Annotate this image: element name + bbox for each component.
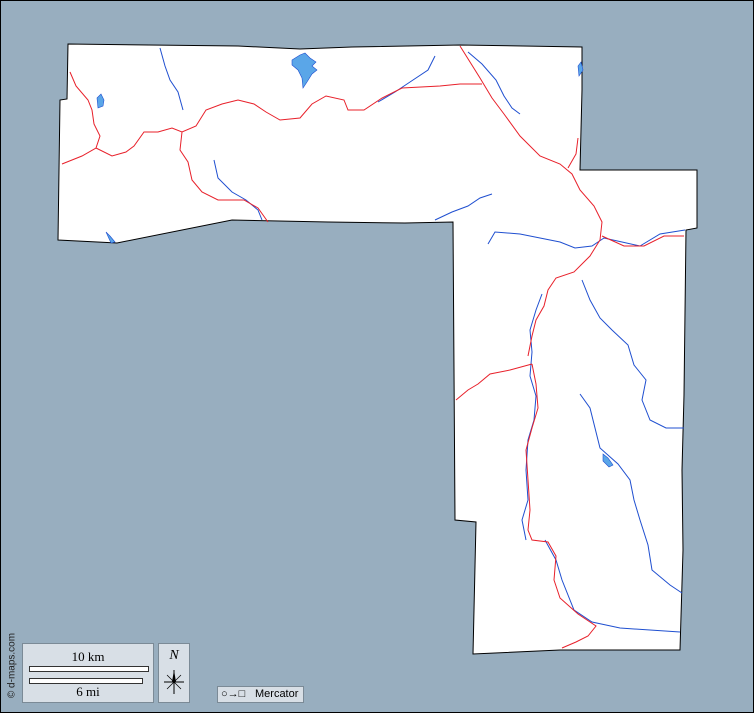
- scale-km-bar: [29, 666, 149, 672]
- county-map: [57, 43, 698, 655]
- projection-box: ○→□ Mercator: [217, 686, 304, 703]
- scale-mi-label: 6 mi: [76, 684, 100, 699]
- scale-bar: 10 km 6 mi: [22, 643, 154, 703]
- north-label: N: [169, 648, 179, 663]
- projection-label: Mercator: [255, 688, 299, 700]
- credit: © d-maps.com: [2, 630, 18, 710]
- county-land: [57, 43, 698, 655]
- credit-text: © d-maps.com: [6, 632, 18, 699]
- compass-rose-icon: [164, 670, 184, 694]
- scale-km-label: 10 km: [71, 649, 105, 664]
- north-arrow: N: [158, 643, 190, 703]
- projection-icon: ○→□: [221, 688, 246, 700]
